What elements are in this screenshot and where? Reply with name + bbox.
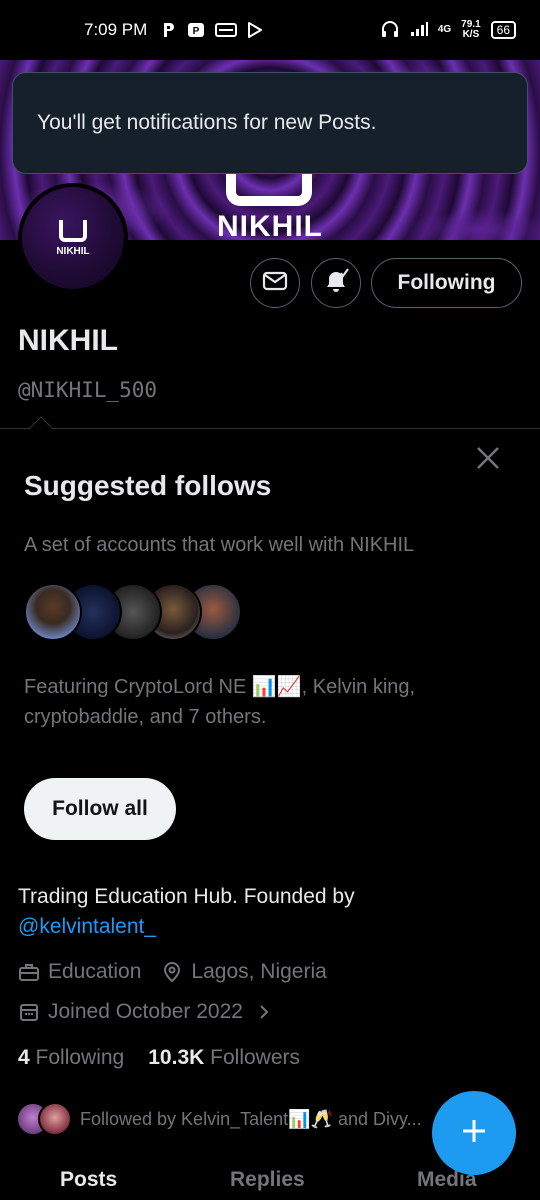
status-bar: 7:09 PM P 4G 79.1 K/S 66 bbox=[0, 0, 540, 60]
battery-indicator: 66 bbox=[490, 21, 516, 39]
followed-by-text: Followed by Kelvin_Talent📊🥂 and Divy... bbox=[80, 1108, 422, 1129]
signal-icon bbox=[410, 21, 428, 40]
tab-posts[interactable]: Posts bbox=[60, 1168, 117, 1192]
suggested-avatar bbox=[24, 583, 82, 641]
following-count-link[interactable]: 4 Following bbox=[18, 1046, 124, 1070]
suggested-featuring: Featuring CryptoLord NE 📊📈, Kelvin king,… bbox=[24, 676, 416, 728]
bio-text: Trading Education Hub. Founded by bbox=[18, 885, 355, 908]
followers-count-link[interactable]: 10.3K Followers bbox=[148, 1046, 300, 1070]
chevron-right-icon bbox=[253, 1001, 275, 1023]
mail-icon bbox=[262, 270, 288, 297]
section-divider bbox=[0, 428, 540, 429]
calendar-icon bbox=[18, 1001, 40, 1023]
close-suggestions-button[interactable] bbox=[474, 444, 502, 472]
profile-joined-row[interactable]: Joined October 2022 bbox=[18, 1000, 283, 1024]
profile-avatar[interactable]: NIKHIL bbox=[18, 183, 128, 293]
follow-counts: 4 Following 10.3K Followers bbox=[18, 1046, 300, 1070]
status-time: 7:09 PM bbox=[84, 20, 148, 39]
following-button[interactable]: Following bbox=[371, 258, 522, 308]
message-button[interactable] bbox=[250, 258, 300, 308]
play-store-icon bbox=[247, 21, 263, 39]
compose-post-button[interactable] bbox=[432, 1091, 516, 1175]
notification-toast: You'll get notifications for new Posts. bbox=[12, 72, 528, 174]
suggested-title: Suggested follows bbox=[24, 470, 272, 501]
profile-name: NIKHIL bbox=[18, 324, 118, 357]
close-icon bbox=[474, 447, 502, 476]
bell-check-icon bbox=[322, 267, 350, 300]
followed-by-row[interactable]: Followed by Kelvin_Talent📊🥂 and Divy... bbox=[16, 1102, 422, 1136]
app-notification-icon: P bbox=[187, 21, 205, 39]
tab-replies[interactable]: Replies bbox=[230, 1168, 305, 1192]
followed-by-avatar bbox=[38, 1102, 72, 1136]
notifications-button[interactable] bbox=[311, 258, 361, 308]
follow-all-button[interactable]: Follow all bbox=[24, 778, 176, 840]
profile-meta-row: Education Lagos, Nigeria bbox=[18, 960, 327, 984]
suggested-avatars[interactable] bbox=[24, 583, 244, 643]
toast-text: You'll get notifications for new Posts. bbox=[37, 111, 377, 134]
profile-handle: @NIKHIL_500 bbox=[18, 378, 158, 402]
avatar-name: NIKHIL bbox=[56, 245, 90, 257]
network-type: 4G bbox=[437, 24, 452, 35]
location-pin-icon bbox=[161, 961, 183, 983]
profile-bio: Trading Education Hub. Founded by @kelvi… bbox=[18, 882, 518, 942]
suggested-caret bbox=[28, 416, 54, 442]
svg-text:P: P bbox=[193, 26, 200, 37]
profile-joined: Joined October 2022 bbox=[48, 1000, 243, 1023]
briefcase-icon bbox=[18, 961, 40, 983]
avatar-logo-mark bbox=[59, 219, 87, 242]
grocery-app-icon bbox=[215, 21, 238, 39]
profile-location: Lagos, Nigeria bbox=[191, 960, 327, 983]
suggested-subtitle: A set of accounts that work well with NI… bbox=[24, 534, 415, 556]
plus-icon bbox=[460, 1117, 488, 1150]
profile-category: Education bbox=[48, 960, 142, 983]
banner-logo-mark bbox=[226, 170, 312, 206]
headphones-icon bbox=[380, 20, 400, 41]
network-speed: 79.1 K/S bbox=[461, 19, 481, 40]
parking-app-icon bbox=[161, 21, 177, 39]
bio-mention-link[interactable]: @kelvintalent_ bbox=[18, 912, 518, 942]
